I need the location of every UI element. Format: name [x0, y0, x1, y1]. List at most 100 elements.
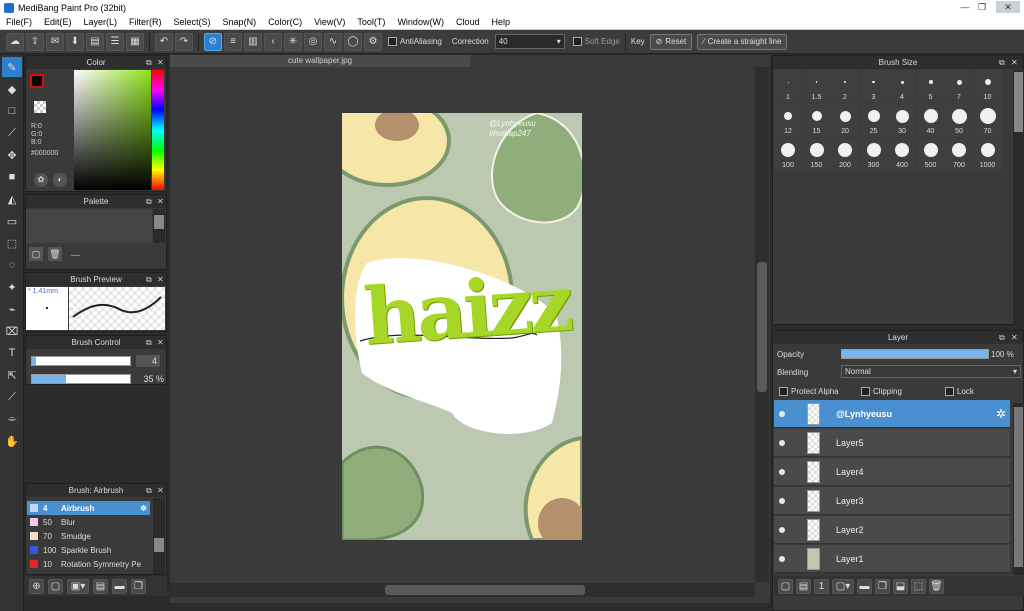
comment-icon[interactable]: ✉: [46, 32, 64, 51]
clipping-checkbox[interactable]: [861, 387, 870, 396]
move-tool-icon[interactable]: ✥: [2, 145, 22, 165]
brush-size-cell[interactable]: 5: [916, 70, 945, 103]
duplicate-icon[interactable]: ❐: [131, 578, 146, 594]
menu-color[interactable]: Color(C): [262, 17, 308, 27]
layer-type-menu-icon[interactable]: ▢▾: [832, 578, 854, 594]
perspective-snap-icon[interactable]: ‹: [264, 32, 282, 51]
scrollbar-thumb[interactable]: [154, 215, 164, 229]
brush-size-cell[interactable]: 300: [859, 138, 888, 171]
duplicate-layer-icon[interactable]: ❐: [875, 578, 890, 594]
brush-tool-icon[interactable]: ✎: [2, 57, 22, 77]
lasso-tool-icon[interactable]: ◌: [2, 255, 22, 275]
visibility-icon[interactable]: [779, 439, 785, 446]
brush-item-smudge[interactable]: 70 Smudge: [27, 529, 150, 543]
soft-edge-checkbox[interactable]: [572, 37, 582, 46]
scrollbar-thumb[interactable]: [757, 262, 767, 392]
blending-select[interactable]: Normal ▾: [841, 365, 1021, 378]
menu-snap[interactable]: Snap(N): [217, 17, 263, 27]
close-icon[interactable]: ✕: [1011, 56, 1018, 69]
brush-size-cell[interactable]: 4: [888, 70, 916, 103]
brush-size-value[interactable]: 4: [136, 355, 160, 367]
layer-row[interactable]: Layer1: [774, 545, 1010, 573]
fill-rect-tool-icon[interactable]: ■: [2, 167, 22, 187]
close-icon[interactable]: ✕: [1011, 331, 1018, 344]
new-brush-icon[interactable]: ▢: [48, 578, 63, 594]
layer-row[interactable]: Layer4: [774, 458, 1010, 486]
grid-snap-icon[interactable]: ▥: [244, 32, 262, 51]
menu-tool[interactable]: Tool(T): [351, 17, 391, 27]
new-1bit-layer-icon[interactable]: 1: [814, 578, 829, 594]
canvas-vertical-scrollbar[interactable]: [755, 67, 769, 582]
brush-item-rotation-symmetry[interactable]: 10 Rotation Symmetry Pe: [27, 557, 150, 571]
brush-size-cell[interactable]: 30: [888, 104, 916, 137]
menu-select[interactable]: Select(S): [168, 17, 217, 27]
menu-cloud[interactable]: Cloud: [450, 17, 486, 27]
cloud-icon[interactable]: ☁: [6, 32, 24, 51]
layer-row[interactable]: Layer2: [774, 516, 1010, 544]
brush-size-cell[interactable]: 100: [774, 138, 802, 171]
maximize-button[interactable]: ❐: [974, 1, 990, 13]
share-icon[interactable]: ⇪: [26, 32, 44, 51]
brush-size-cell[interactable]: 10: [973, 70, 1002, 103]
eyedropper-tool-icon[interactable]: ⌯: [2, 409, 22, 429]
settings-snap-icon[interactable]: ⚙: [364, 32, 382, 51]
brush-size-scrollbar[interactable]: [1013, 70, 1024, 325]
new-halftone-layer-icon[interactable]: ▤: [796, 578, 811, 594]
magic-wand-tool-icon[interactable]: ✦: [2, 277, 22, 297]
brush-size-cell[interactable]: 1: [774, 70, 802, 103]
brush-size-cell[interactable]: 70: [973, 104, 1002, 137]
rectangle-tool-icon[interactable]: □: [2, 101, 22, 121]
menu-filter[interactable]: Filter(R): [123, 17, 168, 27]
gear-icon[interactable]: ✲: [996, 407, 1006, 421]
folder-icon[interactable]: ▬: [857, 578, 872, 594]
radial-snap-icon[interactable]: ✳: [284, 32, 302, 51]
correction-select[interactable]: 40 ▾: [494, 34, 565, 49]
primary-color-swatch[interactable]: [30, 74, 44, 88]
straight-line-button[interactable]: ⁄ Create a straight line: [697, 33, 788, 50]
brush-size-cell[interactable]: 7: [945, 70, 973, 103]
scrollbar-thumb[interactable]: [154, 538, 164, 552]
brush-size-cell[interactable]: 1000: [973, 138, 1002, 171]
brush-item-blur[interactable]: 50 Blur: [27, 515, 150, 529]
document-tab[interactable]: cute wallpaper.jpg: [170, 55, 470, 67]
layer-row[interactable]: Layer3: [774, 487, 1010, 515]
popout-icon[interactable]: ⧉: [146, 336, 152, 349]
brush-size-cell[interactable]: 700: [945, 138, 973, 171]
popout-icon[interactable]: ⧉: [146, 195, 152, 208]
redo-icon[interactable]: ↷: [175, 32, 193, 51]
color-mixer-icon[interactable]: ◐: [53, 173, 67, 187]
bucket-tool-icon[interactable]: ◭: [2, 189, 22, 209]
select-pen-tool-icon[interactable]: ⌁: [2, 299, 22, 319]
brush-size-cell[interactable]: 3: [859, 70, 888, 103]
select-eraser-tool-icon[interactable]: ⌧: [2, 321, 22, 341]
close-icon[interactable]: ✕: [157, 273, 164, 286]
merge-down-icon[interactable]: ⬓: [893, 578, 908, 594]
brush-list-scrollbar[interactable]: [153, 498, 165, 574]
operation-tool-icon[interactable]: ⇱: [2, 365, 22, 385]
antialiasing-checkbox[interactable]: [388, 37, 397, 46]
close-icon[interactable]: ✕: [157, 56, 164, 69]
brush-size-cell[interactable]: 150: [802, 138, 831, 171]
undo-icon[interactable]: ↶: [155, 32, 173, 51]
list-icon[interactable]: ☰: [106, 32, 124, 51]
circle-snap-icon[interactable]: ◯: [344, 32, 362, 51]
folder-icon[interactable]: ▬: [112, 578, 127, 594]
layer-opacity-slider[interactable]: [841, 349, 989, 359]
brush-item-airbrush[interactable]: 4 Airbrush ✲: [27, 501, 150, 515]
color-saturation-square[interactable]: [74, 70, 151, 190]
visibility-icon[interactable]: [779, 468, 785, 475]
popout-icon[interactable]: ⧉: [146, 484, 152, 497]
document-icon[interactable]: ▤: [86, 32, 104, 51]
popout-icon[interactable]: ⧉: [999, 56, 1005, 69]
layer-row[interactable]: @Lynhyeusu ✲: [774, 400, 1010, 428]
grid-icon[interactable]: ▦: [126, 32, 144, 51]
select-rect-tool-icon[interactable]: ⬚: [2, 233, 22, 253]
layer-scrollbar[interactable]: [1013, 403, 1024, 575]
divide-tool-icon[interactable]: ⟋: [2, 387, 22, 407]
brush-size-cell[interactable]: 1.5: [802, 70, 831, 103]
snap-off-icon[interactable]: ⊘: [204, 32, 222, 51]
new-layer-icon[interactable]: ▢: [778, 578, 793, 594]
brush-size-cell[interactable]: 12: [774, 104, 802, 137]
brush-size-cell[interactable]: 20: [831, 104, 859, 137]
palette-dropdown[interactable]: ---: [71, 250, 80, 260]
